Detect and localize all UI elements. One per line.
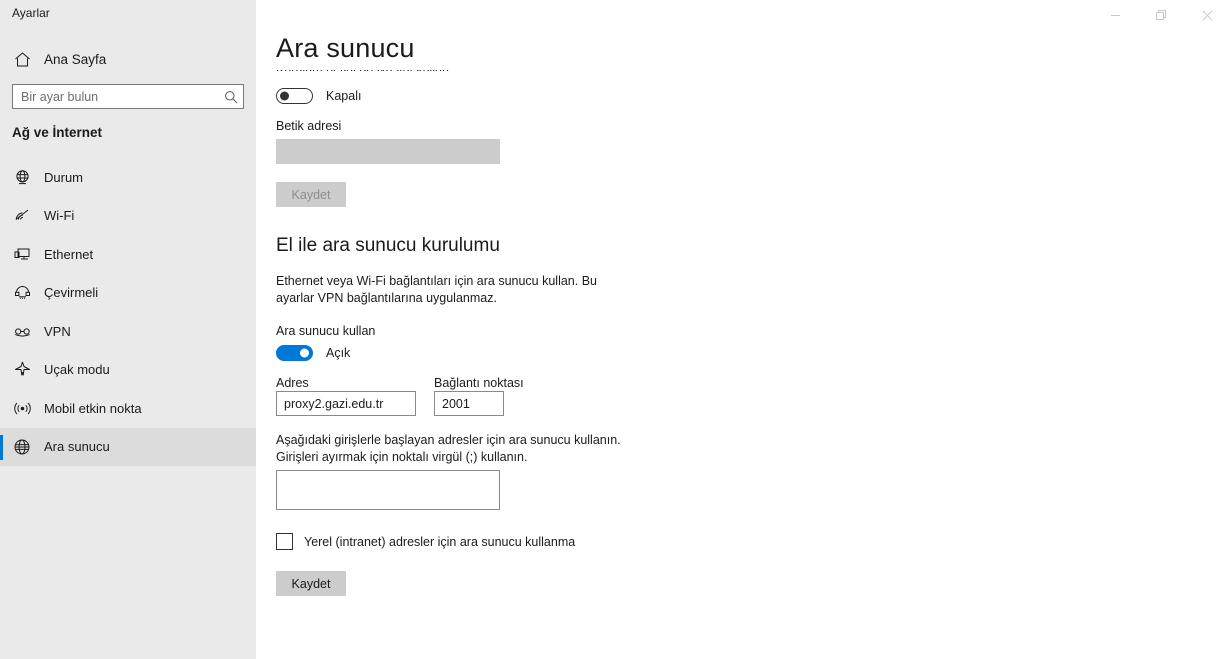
sidebar-item-ucak-modu[interactable]: Uçak modu	[0, 351, 256, 390]
sidebar-item-label: VPN	[44, 323, 71, 339]
use-proxy-toggle[interactable]: Açık	[276, 345, 350, 361]
sidebar-item-label: Mobil etkin nokta	[44, 400, 142, 416]
hotspot-icon	[0, 400, 44, 417]
manual-save-button[interactable]: Kaydet	[276, 571, 346, 596]
home-icon	[0, 51, 44, 68]
sidebar-item-ethernet[interactable]: Ethernet	[0, 235, 256, 274]
setup-script-toggle-state: Kapalı	[326, 89, 362, 103]
use-proxy-label: Ara sunucu kullan	[276, 324, 376, 338]
sidebar-item-label: Çevirmeli	[44, 285, 99, 301]
script-address-label: Betik adresi	[276, 119, 342, 133]
toggle-track[interactable]	[276, 345, 313, 361]
vpn-icon	[0, 323, 44, 340]
sidebar-item-label: Ethernet	[44, 246, 94, 262]
search-icon[interactable]	[219, 90, 243, 104]
use-proxy-toggle-state: Açık	[326, 346, 351, 360]
toggle-track[interactable]	[276, 88, 313, 104]
sidebar-item-durum[interactable]: Durum	[0, 158, 256, 197]
ethernet-icon	[0, 246, 44, 263]
exceptions-textarea[interactable]	[276, 470, 500, 510]
script-address-input	[276, 139, 500, 164]
page-title: Ara sunucu	[276, 33, 415, 66]
content-area: Kurulum betiği dosyasını kullan Ara sunu…	[256, 0, 1230, 659]
manual-section-title: El ile ara sunucu kurulumu	[276, 235, 500, 256]
sidebar-item-label: Durum	[44, 169, 84, 185]
maximize-restore-button[interactable]	[1138, 0, 1184, 30]
close-button[interactable]	[1184, 0, 1230, 30]
home-label: Ana Sayfa	[44, 51, 107, 67]
toggle-knob	[280, 91, 289, 101]
window-controls	[1092, 0, 1230, 30]
sidebar-item-cevirmeli[interactable]: Çevirmeli	[0, 274, 256, 313]
bypass-local-label: Yerel (intranet) adresler için ara sunuc…	[304, 534, 576, 549]
toggle-knob	[300, 348, 309, 358]
sidebar-item-ara-sunucu[interactable]: Ara sunucu	[0, 427, 256, 466]
script-save-button: Kaydet	[276, 182, 346, 207]
proxy-address-label: Adres	[276, 376, 309, 390]
sidebar-item-vpn[interactable]: VPN	[0, 312, 256, 351]
sidebar-category-title: Ağ ve İnternet	[12, 125, 103, 140]
proxy-port-label: Bağlantı noktası	[434, 376, 524, 390]
app-title: Ayarlar	[12, 6, 50, 20]
sidebar: Ana Sayfa Ağ ve İnternet	[0, 0, 256, 659]
wifi-icon	[0, 207, 44, 224]
globe-proxy-icon	[0, 438, 44, 456]
airplane-icon	[0, 361, 44, 378]
sidebar-item-label: Ara sunucu	[44, 439, 110, 455]
minimize-button[interactable]	[1092, 0, 1138, 30]
dialup-phone-icon	[0, 284, 44, 301]
proxy-address-input[interactable]	[276, 391, 416, 416]
globe-status-icon	[0, 169, 44, 186]
sidebar-item-mobil-etkin-nokta[interactable]: Mobil etkin nokta	[0, 389, 256, 428]
bypass-local-checkbox-row[interactable]: Yerel (intranet) adresler için ara sunuc…	[276, 533, 575, 550]
sidebar-item-label: Wi-Fi	[44, 208, 75, 224]
sidebar-item-home[interactable]: Ana Sayfa	[0, 44, 256, 74]
sidebar-item-label: Uçak modu	[44, 362, 110, 378]
exceptions-description: Aşağıdaki girişlerle başlayan adresler i…	[276, 433, 621, 464]
proxy-port-input[interactable]	[434, 391, 504, 416]
title-bar: Ayarlar	[0, 0, 1230, 30]
setup-script-toggle[interactable]: Kapalı	[276, 88, 361, 104]
sidebar-nav-list: Durum Wi-Fi Ethernet Çevirmeli VPN Uçak …	[0, 158, 256, 466]
sidebar-item-wifi[interactable]: Wi-Fi	[0, 197, 256, 236]
settings-window: Ayarlar Ana Sayfa Bir ayar bulun Ağ ve İ…	[0, 0, 1230, 659]
manual-section-description: Ethernet veya Wi-Fi bağlantıları için ar…	[276, 274, 597, 305]
search-input[interactable]	[13, 85, 219, 108]
bypass-local-checkbox[interactable]	[276, 533, 293, 550]
search-box[interactable]	[12, 84, 244, 109]
